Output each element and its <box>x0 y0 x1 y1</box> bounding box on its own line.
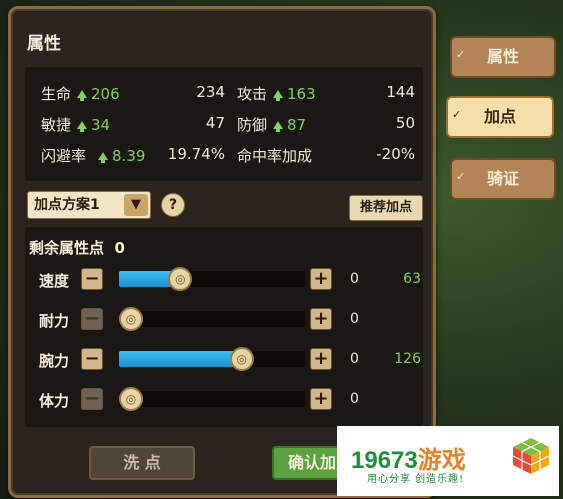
slider-knob[interactable]: ◎ <box>229 347 254 371</box>
stat-hp-value: 234 <box>196 83 225 101</box>
recommend-button[interactable]: 推荐加点 <box>349 195 423 221</box>
watermark-slogan: 用心分享 创造乐趣! <box>367 474 465 485</box>
stat-dodge-value: 19.74% <box>167 145 225 163</box>
attribute-label: 体力 <box>39 392 70 410</box>
added-points: 0 <box>350 311 359 327</box>
stat-hp: 生命 206 <box>41 85 120 103</box>
help-icon[interactable]: ? <box>161 193 185 217</box>
scheme-select[interactable]: 加点方案1 ▼ <box>27 191 151 219</box>
tab-label: 属性 <box>486 47 519 66</box>
plus-icon[interactable]: + <box>310 308 332 330</box>
attribute-panel: 属性 生命 206 234 攻击 163 144 敏捷 34 47 防御 87 50 闪… <box>8 6 436 498</box>
attribute-label: 耐力 <box>39 312 70 330</box>
stat-agility: 敏捷 34 <box>41 116 111 134</box>
tab-label: 加点 <box>483 107 516 126</box>
stat-agility-value: 47 <box>205 114 225 132</box>
stat-attack: 攻击 163 <box>237 85 316 103</box>
remaining-points-value: 0 <box>114 239 125 257</box>
remaining-points: 剩余属性点 0 <box>29 239 125 257</box>
increase-arrow-icon <box>77 121 88 132</box>
added-points: 0 <box>350 391 359 407</box>
watermark: 19673游戏 用心分享 创造乐趣! <box>337 426 559 496</box>
slider-knob[interactable]: ◎ <box>119 307 143 331</box>
tab-mount[interactable]: ✓ 骑证 <box>450 158 556 200</box>
chevron-down-icon[interactable]: ▼ <box>124 194 148 216</box>
check-icon: ✓ <box>456 170 466 183</box>
added-points: 0 <box>350 271 359 287</box>
attribute-slider[interactable] <box>119 311 305 327</box>
stat-defense: 防御 87 <box>237 116 307 134</box>
panel-title: 属性 <box>27 34 61 54</box>
attribute-total: 63 <box>403 271 421 287</box>
minus-icon[interactable]: − <box>81 308 103 330</box>
attribute-slider[interactable] <box>119 391 305 407</box>
attribute-total: 126 <box>394 351 421 367</box>
tab-attributes[interactable]: ✓ 属性 <box>450 36 556 78</box>
stat-dodge: 闪避率 8.39 <box>41 147 146 165</box>
wash-points-button[interactable]: 洗 点 <box>89 446 195 480</box>
stat-attack-value: 144 <box>386 83 415 101</box>
stat-accuracy: 命中率加成 <box>237 147 313 165</box>
increase-arrow-icon <box>77 90 88 101</box>
plus-icon[interactable]: + <box>310 348 332 370</box>
attribute-label: 速度 <box>39 272 70 290</box>
tab-label: 骑证 <box>486 169 519 188</box>
plus-icon[interactable]: + <box>310 388 332 410</box>
plus-icon[interactable]: + <box>310 268 332 290</box>
added-points: 0 <box>350 351 359 367</box>
slider-fill <box>119 351 242 367</box>
cube-logo-icon <box>512 438 550 474</box>
slider-knob[interactable]: ◎ <box>119 387 143 411</box>
increase-arrow-icon <box>98 152 109 163</box>
stats-box: 生命 206 234 攻击 163 144 敏捷 34 47 防御 87 50 闪避率 8… <box>25 67 423 181</box>
check-icon: ✓ <box>452 108 462 121</box>
attribute-slider[interactable] <box>119 271 305 287</box>
scheme-select-value: 加点方案1 <box>34 197 100 213</box>
tab-allocate[interactable]: ✓ 加点 <box>446 96 554 138</box>
attribute-slider[interactable] <box>119 351 305 367</box>
attribute-label: 腕力 <box>39 352 70 370</box>
increase-arrow-icon <box>273 90 284 101</box>
increase-arrow-icon <box>273 121 284 132</box>
stat-defense-value: 50 <box>395 114 415 132</box>
minus-icon[interactable]: − <box>81 348 103 370</box>
minus-icon[interactable]: − <box>81 268 103 290</box>
minus-icon[interactable]: − <box>81 388 103 410</box>
check-icon: ✓ <box>456 48 466 61</box>
stat-accuracy-value: -20% <box>376 145 415 163</box>
